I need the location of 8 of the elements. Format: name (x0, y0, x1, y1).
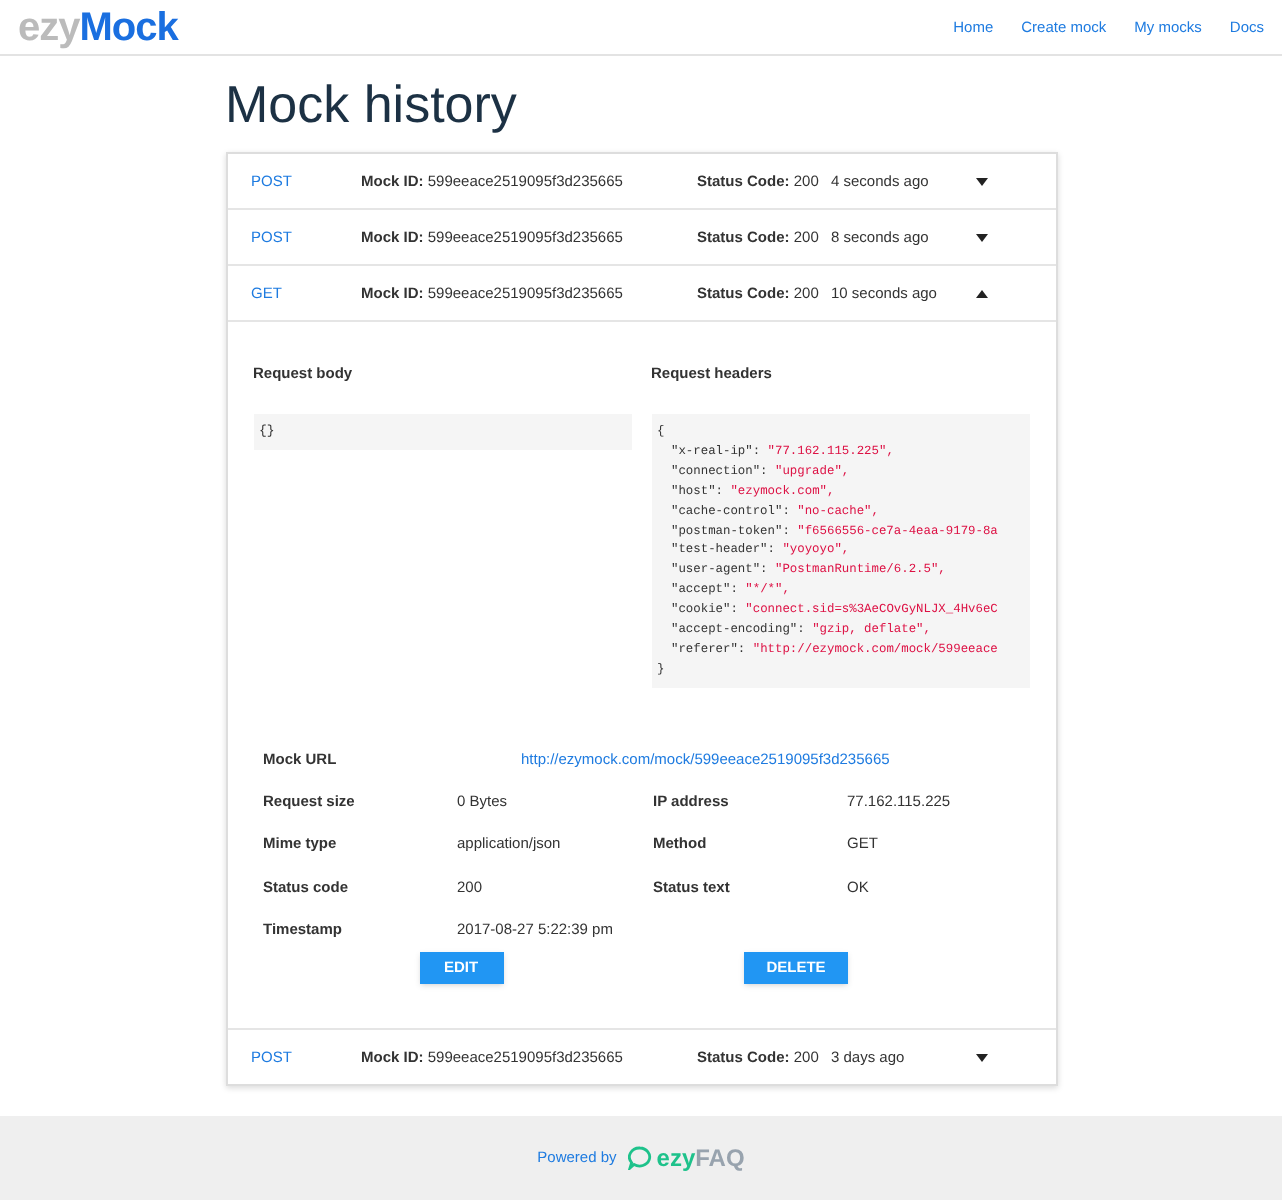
chat-bubble-icon (628, 1146, 653, 1170)
caret-icon[interactable] (975, 177, 987, 185)
caret-icon[interactable] (975, 289, 987, 297)
footer-brand[interactable]: ezyFAQ (656, 1140, 745, 1176)
caret-icon[interactable] (975, 233, 987, 241)
logo[interactable]: ezyMock (18, 7, 178, 47)
caret-icon[interactable] (975, 1053, 987, 1062)
page-title: Mock history (225, 71, 519, 137)
